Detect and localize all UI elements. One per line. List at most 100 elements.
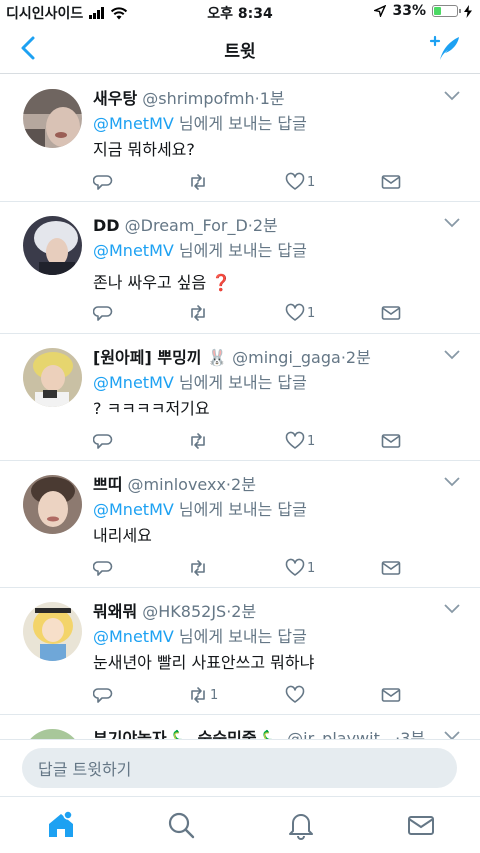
dm-share-button[interactable] xyxy=(381,557,401,579)
reply-button[interactable] xyxy=(93,430,113,452)
user-handle[interactable]: @shrimpofmh xyxy=(142,89,254,108)
user-name[interactable]: 쁘띠 xyxy=(93,475,122,494)
heart-icon xyxy=(285,431,305,449)
mail-icon xyxy=(381,306,401,320)
retweet-icon xyxy=(191,687,205,703)
tab-notifications[interactable] xyxy=(286,810,316,840)
search-icon xyxy=(168,812,195,839)
chevron-down-icon[interactable] xyxy=(444,218,460,228)
avatar[interactable] xyxy=(23,216,82,275)
heart-icon xyxy=(285,303,305,321)
tweet-row-partial[interactable]: 부기야놀자 🦕 숭숭밍줄 🦕 @ir_playwit...·3분 xyxy=(0,715,480,739)
user-name[interactable]: 부기야놀자 🦕 숭숭밍줄 🦕 xyxy=(93,729,282,739)
like-button[interactable]: 1 xyxy=(285,302,315,324)
chevron-down-icon[interactable] xyxy=(444,350,460,360)
chevron-down-icon[interactable] xyxy=(444,604,460,614)
reply-button[interactable] xyxy=(93,684,113,706)
home-icon xyxy=(49,810,73,837)
heart-icon xyxy=(285,558,305,576)
reply-mention-link[interactable]: @MnetMV xyxy=(93,500,174,519)
reply-input[interactable]: 답글 트윗하기 xyxy=(22,748,457,788)
tweet-actions: 1 xyxy=(93,684,413,706)
status-bar: 디시인사이드 오후 8:34 33% xyxy=(0,0,480,24)
reply-mention-link[interactable]: @MnetMV xyxy=(93,241,174,260)
chevron-down-icon[interactable] xyxy=(444,731,460,739)
tweet-feed[interactable]: 새우탕 @shrimpofmh·1분 @MnetMV 님에게 보내는 답글 지금… xyxy=(0,75,480,739)
reply-button[interactable] xyxy=(93,171,113,193)
compose-tweet-icon[interactable] xyxy=(428,33,462,63)
tweet-text: 눈새년아 빨리 사표안쓰고 뭐하냐 xyxy=(93,653,315,672)
battery-percent: 33% xyxy=(392,3,426,19)
status-right: 33% xyxy=(374,3,472,19)
dm-share-button[interactable] xyxy=(381,684,401,706)
chevron-down-icon[interactable] xyxy=(444,477,460,487)
retweet-button[interactable] xyxy=(188,557,210,579)
avatar[interactable] xyxy=(23,475,82,534)
reply-mention-link[interactable]: @MnetMV xyxy=(93,114,174,133)
user-handle[interactable]: @minlovexx xyxy=(128,475,226,494)
dm-share-button[interactable] xyxy=(381,430,401,452)
user-handle[interactable]: @Dream_For_D xyxy=(125,216,248,235)
avatar[interactable] xyxy=(23,89,82,148)
tweet-header: 부기야놀자 🦕 숭숭밍줄 🦕 @ir_playwit...·3분 xyxy=(93,725,438,739)
tweet-actions: 1 xyxy=(93,171,413,193)
reply-suffix: 님에게 보내는 답글 xyxy=(173,627,307,646)
like-button[interactable]: 1 xyxy=(285,171,315,193)
retweet-icon xyxy=(191,560,205,576)
avatar[interactable] xyxy=(23,348,82,407)
user-name[interactable]: DD xyxy=(93,216,120,235)
tweet-text: ? ㅋㅋㅋㅋ저기요 xyxy=(93,399,210,418)
tweet-time: 3분 xyxy=(400,729,426,739)
tweet-row[interactable]: [원아페] 뿌밍끼 🐰 @mingi_gaga·2분 @MnetMV 님에게 보… xyxy=(0,334,480,461)
user-name[interactable]: 뭐왜뭐 xyxy=(93,602,137,621)
tweet-row[interactable]: DD @Dream_For_D·2분 @MnetMV 님에게 보내는 답글 존나… xyxy=(0,202,480,334)
like-button[interactable]: 1 xyxy=(285,430,315,452)
user-handle[interactable]: @ir_playwit... xyxy=(287,729,395,739)
like-button[interactable] xyxy=(285,684,307,706)
user-handle[interactable]: @mingi_gaga xyxy=(232,348,341,367)
reply-icon xyxy=(93,688,113,703)
tab-home[interactable] xyxy=(46,810,76,840)
page-title: 트윗 xyxy=(224,42,256,62)
reply-context: @MnetMV 님에게 보내는 답글 xyxy=(93,110,307,134)
like-count: 1 xyxy=(307,174,316,190)
tweet-text: 지금 뭐하세요? xyxy=(93,140,195,159)
tweet-header: 새우탕 @shrimpofmh·1분 xyxy=(93,85,438,109)
retweet-button[interactable] xyxy=(188,430,210,452)
reply-mention-link[interactable]: @MnetMV xyxy=(93,373,174,392)
retweet-button[interactable]: 1 xyxy=(188,684,218,706)
reply-mention-link[interactable]: @MnetMV xyxy=(93,627,174,646)
avatar[interactable] xyxy=(23,729,82,739)
retweet-icon xyxy=(191,433,205,449)
like-count: 1 xyxy=(307,433,316,449)
reply-icon xyxy=(93,434,113,449)
retweet-button[interactable] xyxy=(188,171,210,193)
retweet-count: 1 xyxy=(210,687,219,703)
tab-messages[interactable] xyxy=(406,810,436,840)
dm-share-button[interactable] xyxy=(381,302,401,324)
chevron-down-icon[interactable] xyxy=(444,91,460,101)
tab-search[interactable] xyxy=(166,810,196,840)
reply-button[interactable] xyxy=(93,302,113,324)
nav-bar: 트윗 xyxy=(0,24,480,74)
reply-suffix: 님에게 보내는 답글 xyxy=(173,241,307,260)
retweet-button[interactable] xyxy=(188,302,210,324)
user-name[interactable]: [원아페] 뿌밍끼 🐰 xyxy=(93,348,227,367)
reply-suffix: 님에게 보내는 답글 xyxy=(173,114,307,133)
like-button[interactable]: 1 xyxy=(285,557,315,579)
avatar[interactable] xyxy=(23,602,82,661)
tweet-time: 2분 xyxy=(231,475,256,494)
tweet-row[interactable]: 새우탕 @shrimpofmh·1분 @MnetMV 님에게 보내는 답글 지금… xyxy=(0,75,480,202)
reply-button[interactable] xyxy=(93,557,113,579)
user-name[interactable]: 새우탕 xyxy=(93,89,137,108)
dm-share-button[interactable] xyxy=(381,171,401,193)
tweet-row[interactable]: 뭐왜뭐 @HK852JS·2분 @MnetMV 님에게 보내는 답글 눈새년아 … xyxy=(0,588,480,715)
notifications-icon xyxy=(289,814,313,840)
reply-composer: 답글 트윗하기 xyxy=(0,739,480,796)
tweet-row[interactable]: 쁘띠 @minlovexx·2분 @MnetMV 님에게 보내는 답글 내리세요… xyxy=(0,461,480,588)
reply-context: @MnetMV 님에게 보내는 답글 xyxy=(93,369,307,393)
tweet-header: 쁘띠 @minlovexx·2분 xyxy=(93,471,438,495)
charging-bolt-icon xyxy=(464,4,472,18)
location-arrow-icon xyxy=(374,5,387,17)
user-handle[interactable]: @HK852JS xyxy=(142,602,226,621)
